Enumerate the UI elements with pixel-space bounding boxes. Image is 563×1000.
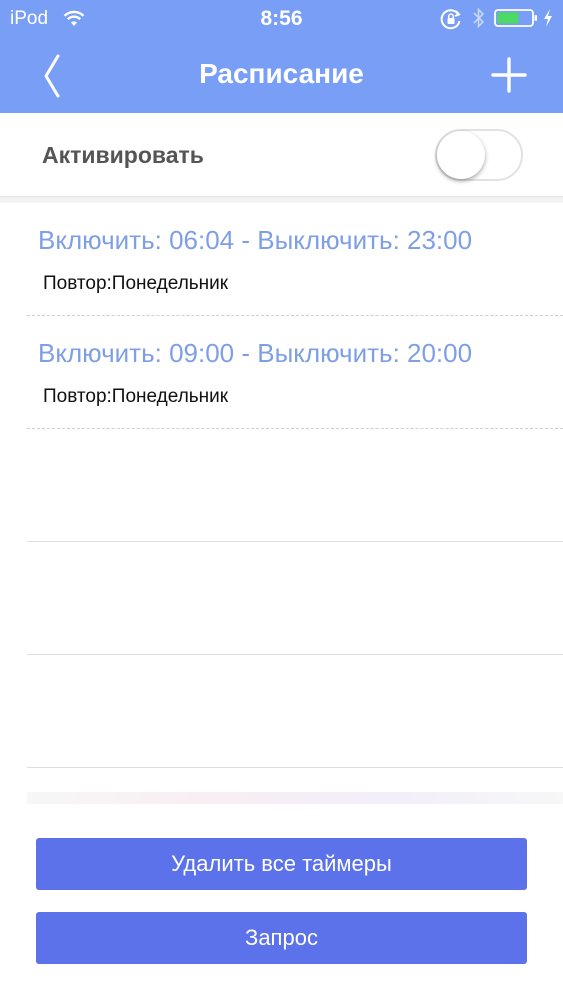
timer-repeat: Повтор:Понедельник bbox=[43, 386, 229, 407]
timer-repeat: Повтор:Понедельник bbox=[43, 273, 229, 294]
list-footer bbox=[27, 792, 563, 804]
status-bar: iPod 8:56 bbox=[0, 0, 563, 36]
add-button[interactable] bbox=[490, 56, 528, 94]
header: iPod 8:56 Расписание bbox=[0, 0, 563, 113]
bluetooth-icon bbox=[473, 7, 485, 29]
empty-list-row bbox=[27, 429, 563, 542]
timer-item[interactable]: Включить: 06:04 - Выключить: 23:00 Повто… bbox=[27, 203, 563, 316]
page-title: Расписание bbox=[199, 58, 364, 89]
query-button[interactable]: Запрос bbox=[36, 912, 527, 964]
timer-list: Включить: 06:04 - Выключить: 23:00 Повто… bbox=[27, 203, 563, 768]
activate-toggle[interactable] bbox=[435, 129, 523, 181]
battery-icon bbox=[494, 9, 537, 27]
toggle-knob bbox=[437, 131, 485, 179]
delete-all-timers-button[interactable]: Удалить все таймеры bbox=[36, 838, 527, 890]
timer-item[interactable]: Включить: 09:00 - Выключить: 20:00 Повто… bbox=[27, 316, 563, 429]
empty-list-row bbox=[27, 655, 563, 768]
timer-schedule: Включить: 06:04 - Выключить: 23:00 bbox=[38, 225, 473, 255]
empty-list-row bbox=[27, 542, 563, 655]
rotation-lock-icon bbox=[440, 9, 461, 30]
charging-bolt-icon bbox=[544, 9, 552, 27]
timer-schedule: Включить: 09:00 - Выключить: 20:00 bbox=[38, 338, 473, 368]
activate-label: Активировать bbox=[42, 142, 204, 168]
